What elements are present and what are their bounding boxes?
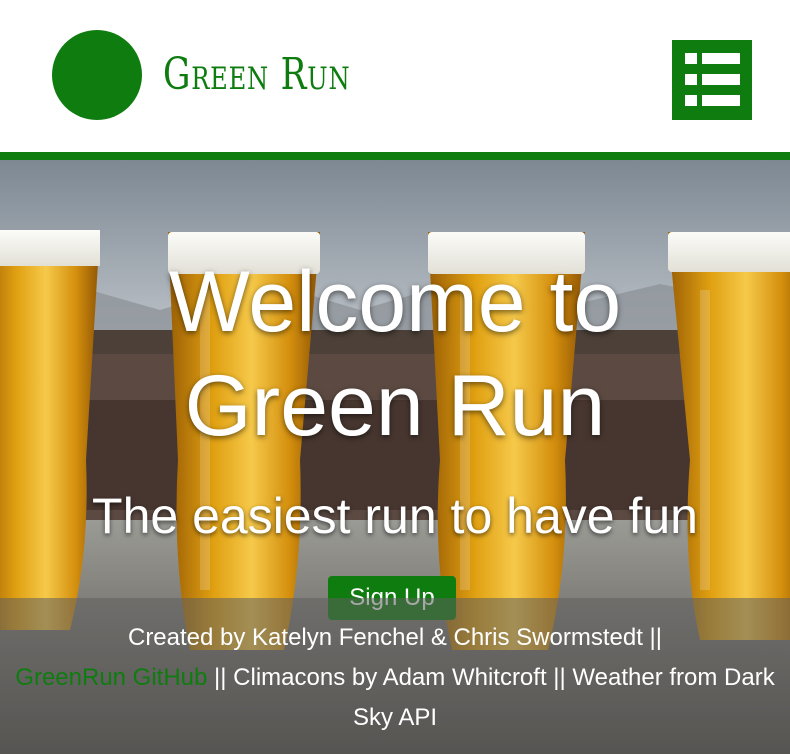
brand-name[interactable]: Green Run bbox=[163, 40, 350, 110]
logo-circle[interactable] bbox=[52, 30, 142, 120]
footer-credits: Created by Katelyn Fenchel & Chris Sworm… bbox=[127, 624, 663, 651]
hero-title-line2: Green Run bbox=[184, 358, 606, 454]
site-header: Green Run bbox=[0, 0, 790, 152]
hero-subtitle: The easiest run to have fun bbox=[92, 488, 698, 544]
list-menu-icon bbox=[685, 53, 740, 106]
site-footer: Created by Katelyn Fenchel & Chris Sworm… bbox=[0, 598, 790, 754]
header-divider bbox=[0, 152, 790, 160]
github-link[interactable]: GreenRun GitHub bbox=[15, 664, 207, 691]
menu-button[interactable] bbox=[672, 40, 752, 120]
hero-section: Welcome to Green Run The easiest run to … bbox=[0, 160, 790, 754]
page: Green Run Welcome to Green Run The easie… bbox=[0, 0, 790, 754]
hero-title-line1: Welcome to bbox=[168, 254, 622, 350]
footer-attribution: || Climacons by Adam Whitcroft || Weathe… bbox=[214, 664, 775, 731]
hero-title: Welcome to Green Run bbox=[0, 250, 790, 458]
